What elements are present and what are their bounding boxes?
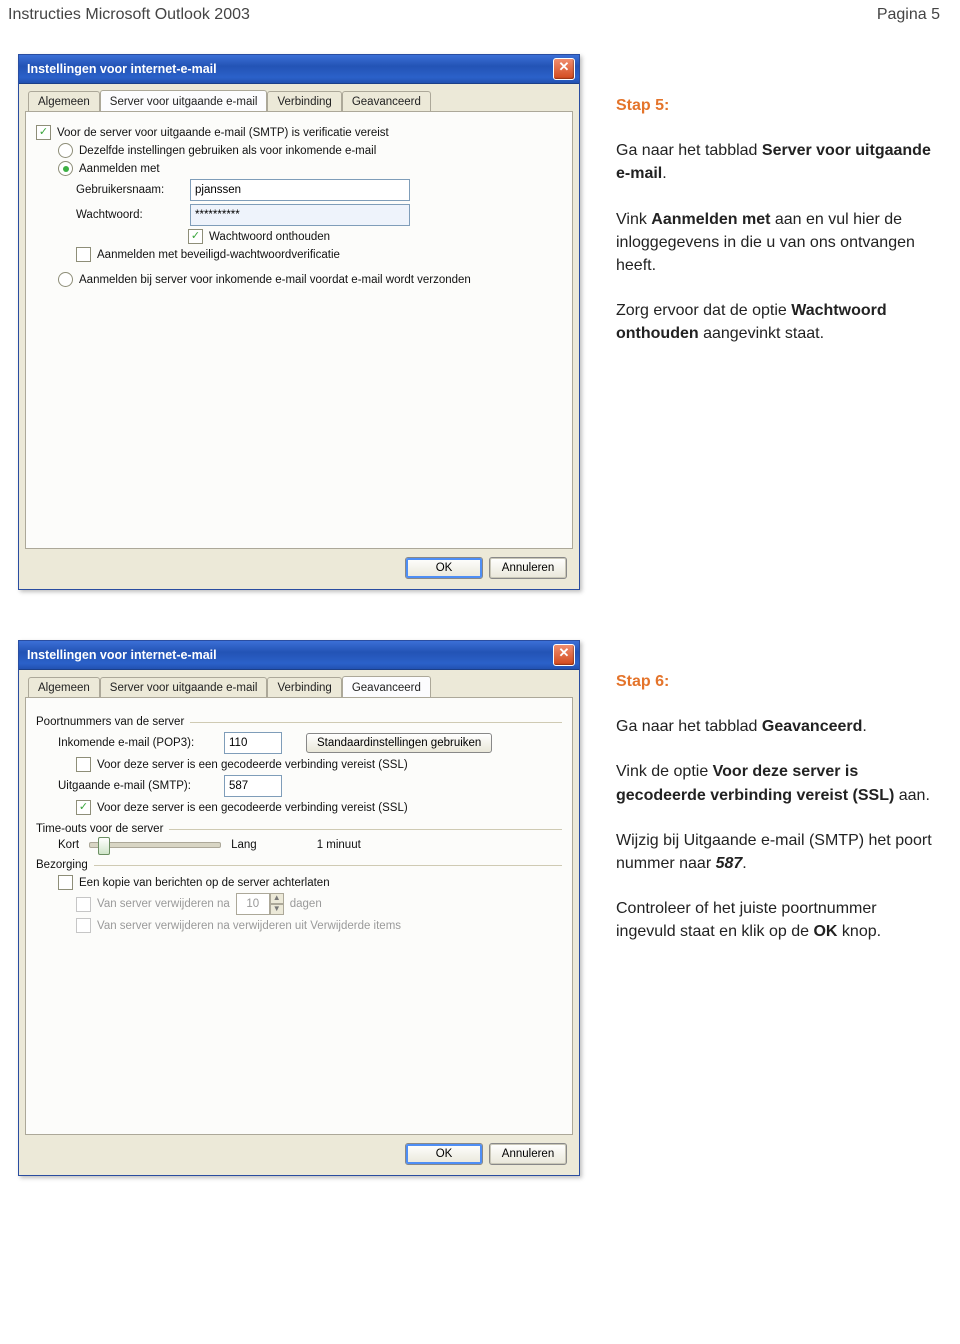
label-leave-copy: Een kopie van berichten op de server ach… xyxy=(79,877,330,889)
label-smtp: Uitgaande e-mail (SMTP): xyxy=(58,780,218,792)
cancel-button[interactable]: Annuleren xyxy=(489,557,567,579)
dialog-titlebar: Instellingen voor internet-e-mail ✕ xyxy=(19,641,579,670)
checkbox-leave-copy[interactable] xyxy=(58,875,73,890)
close-icon[interactable]: ✕ xyxy=(553,58,575,80)
tabstrip: Algemeen Server voor uitgaande e-mail Ve… xyxy=(25,90,573,111)
dialog-title: Instellingen voor internet-e-mail xyxy=(27,62,217,76)
checkbox-ssl-outgoing[interactable]: ✓ xyxy=(76,800,91,815)
step6-title: Stap 6: xyxy=(616,670,936,693)
label-username: Gebruikersnaam: xyxy=(76,184,184,196)
label-pop3: Inkomende e-mail (POP3): xyxy=(58,737,218,749)
label-ssl-outgoing: Voor deze server is een gecodeerde verbi… xyxy=(97,802,408,814)
close-icon[interactable]: ✕ xyxy=(553,644,575,666)
checkbox-remove-after xyxy=(76,897,91,912)
page-header: Instructies Microsoft Outlook 2003 Pagin… xyxy=(0,0,960,54)
label-password: Wachtwoord: xyxy=(76,209,184,221)
label-same-settings: Dezelfde instellingen gebruiken als voor… xyxy=(79,145,376,157)
timeout-slider[interactable] xyxy=(89,842,221,848)
days-spinner: ▲▼ xyxy=(236,893,284,915)
step5-title: Stap 5: xyxy=(616,94,936,117)
smtp-port-field[interactable] xyxy=(224,775,282,797)
ok-button[interactable]: OK xyxy=(405,1143,483,1165)
step5-text: Stap 5: Ga naar het tabblad Server voor … xyxy=(616,94,936,346)
group-delivery-title: Bezorging xyxy=(36,859,88,871)
label-short: Kort xyxy=(58,839,79,851)
label-login-with: Aanmelden met xyxy=(79,163,160,175)
label-remove-after-a: Van server verwijderen na xyxy=(97,898,230,910)
tab-algemeen[interactable]: Algemeen xyxy=(28,677,100,698)
tab-algemeen[interactable]: Algemeen xyxy=(28,91,100,112)
radio-login-before-send[interactable] xyxy=(58,272,73,287)
tab-geavanceerd[interactable]: Geavanceerd xyxy=(342,676,431,697)
doc-title: Instructies Microsoft Outlook 2003 xyxy=(8,6,250,24)
divider xyxy=(190,722,562,723)
label-spa: Aanmelden met beveiligd-wachtwoordverifi… xyxy=(97,249,340,261)
tab-geavanceerd[interactable]: Geavanceerd xyxy=(342,91,431,112)
cancel-button[interactable]: Annuleren xyxy=(489,1143,567,1165)
label-remove-deleted: Van server verwijderen na verwijderen ui… xyxy=(97,920,401,932)
username-field[interactable] xyxy=(190,179,410,201)
checkbox-remove-deleted xyxy=(76,918,91,933)
tabstrip: Algemeen Server voor uitgaande e-mail Ve… xyxy=(25,676,573,697)
divider xyxy=(169,829,562,830)
ok-button[interactable]: OK xyxy=(405,557,483,579)
tab-verbinding[interactable]: Verbinding xyxy=(267,91,341,112)
checkbox-remember-password[interactable]: ✓ xyxy=(188,229,203,244)
tab-verbinding[interactable]: Verbinding xyxy=(267,677,341,698)
radio-same-settings[interactable] xyxy=(58,143,73,158)
label-remove-after-b: dagen xyxy=(290,898,322,910)
tab-uitgaande[interactable]: Server voor uitgaande e-mail xyxy=(100,90,268,111)
radio-login-with[interactable] xyxy=(58,161,73,176)
page-number: Pagina 5 xyxy=(877,6,940,24)
divider xyxy=(94,865,562,866)
dialog-titlebar: Instellingen voor internet-e-mail ✕ xyxy=(19,55,579,84)
tab-uitgaande[interactable]: Server voor uitgaande e-mail xyxy=(100,677,268,698)
checkbox-spa[interactable] xyxy=(76,247,91,262)
group-ports-title: Poortnummers van de server xyxy=(36,716,184,728)
smtp-settings-dialog: Instellingen voor internet-e-mail ✕ Alge… xyxy=(18,54,580,590)
password-field[interactable] xyxy=(190,204,410,226)
label-ssl-incoming: Voor deze server is een gecodeerde verbi… xyxy=(97,759,408,771)
group-timeout-title: Time-outs voor de server xyxy=(36,823,163,835)
defaults-button[interactable]: Standaardinstellingen gebruiken xyxy=(306,733,492,753)
label-login-before-send: Aanmelden bij server voor inkomende e-ma… xyxy=(79,274,471,286)
advanced-settings-dialog: Instellingen voor internet-e-mail ✕ Alge… xyxy=(18,640,580,1176)
label-long: Lang xyxy=(231,839,257,851)
label-timeout-value: 1 minuut xyxy=(317,839,361,851)
dialog-title: Instellingen voor internet-e-mail xyxy=(27,648,217,662)
label-smtp-auth: Voor de server voor uitgaande e-mail (SM… xyxy=(57,127,389,139)
checkbox-smtp-auth[interactable]: ✓ xyxy=(36,125,51,140)
pop3-port-field[interactable] xyxy=(224,732,282,754)
checkbox-ssl-incoming[interactable] xyxy=(76,757,91,772)
label-remember-password: Wachtwoord onthouden xyxy=(209,231,330,243)
step6-text: Stap 6: Ga naar het tabblad Geavanceerd.… xyxy=(616,670,936,944)
